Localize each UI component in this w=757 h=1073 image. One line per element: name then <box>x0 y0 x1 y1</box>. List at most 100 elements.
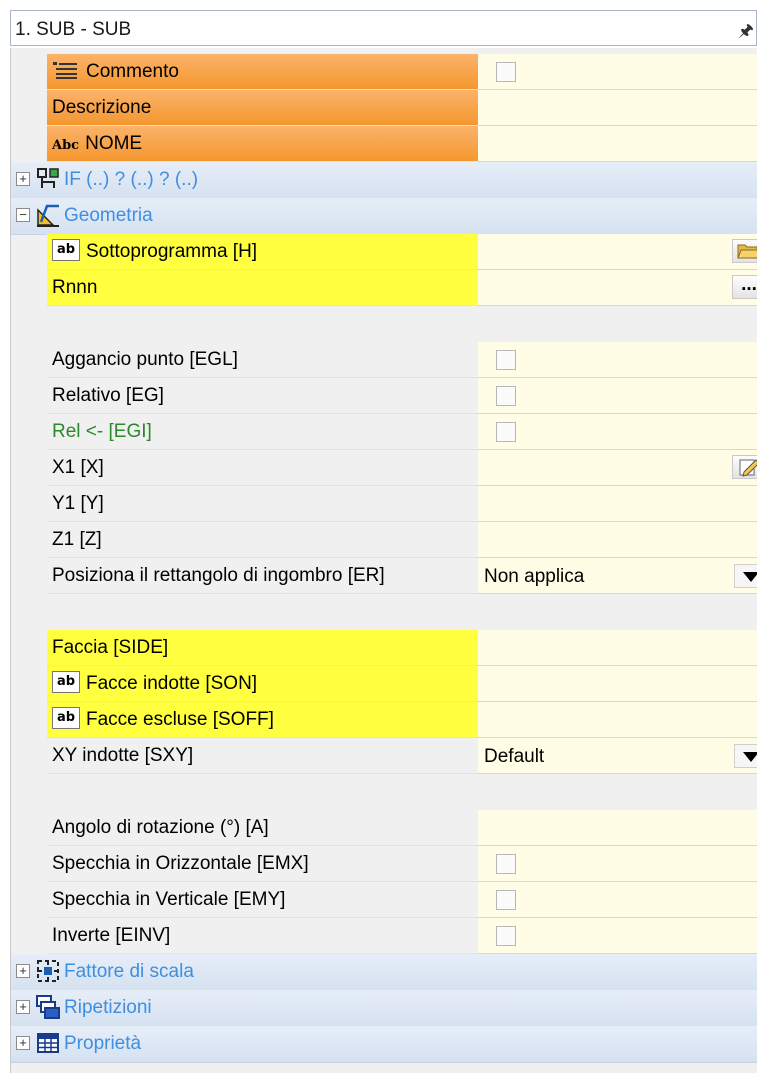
row-label: Rnnn <box>47 270 479 306</box>
row-z1[interactable]: Z1 [Z] <box>11 522 757 558</box>
dropdown-value: Default <box>484 746 545 767</box>
row-label: Angolo di rotazione (°) [A] <box>47 810 479 846</box>
posiziona-dropdown[interactable]: Non applica <box>478 558 757 594</box>
panel-title: 1. SUB - SUB <box>15 19 132 40</box>
rel-checkbox[interactable] <box>496 422 516 442</box>
row-specchia-verticale[interactable]: Specchia in Verticale [EMY] <box>11 882 757 918</box>
nome-field[interactable] <box>478 126 757 162</box>
row-xy-indotte[interactable]: XY indotte [SXY] Default <box>11 738 757 774</box>
row-x1[interactable]: X1 [X] <box>11 450 757 486</box>
section-if[interactable]: + IF (..) ? (..) ? (..) <box>11 162 757 199</box>
facce-escluse-field[interactable] <box>478 702 757 738</box>
row-label: X1 [X] <box>47 450 479 486</box>
row-inverte[interactable]: Inverte [EINV] <box>11 918 757 954</box>
section-geometria[interactable]: − Geometria <box>11 198 757 235</box>
relativo-checkbox[interactable] <box>496 386 516 406</box>
row-value[interactable] <box>478 918 757 954</box>
ab-icon: ab <box>52 238 80 261</box>
chevron-down-icon[interactable] <box>734 744 757 768</box>
section-label: Ripetizioni <box>64 997 152 1018</box>
faccia-field[interactable] <box>478 630 757 666</box>
row-label: Specchia in Verticale [EMY] <box>47 882 479 918</box>
folder-open-icon <box>737 244 757 259</box>
row-commento[interactable]: Commento <box>11 54 757 90</box>
edit-pencil-icon <box>739 459 757 477</box>
sottoprogramma-field[interactable] <box>478 234 757 270</box>
row-label: Aggancio punto [EGL] <box>47 342 479 378</box>
section-fattore-di-scala[interactable]: + Fattore di scala <box>11 954 757 991</box>
row-value[interactable] <box>478 378 757 414</box>
section-ripetizioni[interactable]: + Ripetizioni <box>11 990 757 1027</box>
geometry-icon <box>37 204 59 227</box>
inverte-checkbox[interactable] <box>496 926 516 946</box>
row-value[interactable] <box>478 342 757 378</box>
row-label: Y1 [Y] <box>47 486 479 522</box>
properties-table-icon <box>37 1033 59 1053</box>
section-proprieta[interactable]: + Proprietà <box>11 1026 757 1063</box>
pin-icon[interactable]: 🖈︎ <box>738 18 754 47</box>
ab-icon: ab <box>52 706 80 729</box>
property-grid: Commento Descrizione Abc NOME + IF (..) ?… <box>10 48 757 1073</box>
expand-icon[interactable]: + <box>16 1036 30 1050</box>
row-facce-escluse[interactable]: ab Facce escluse [SOFF] <box>11 702 757 738</box>
row-sottoprogramma[interactable]: ab Sottoprogramma [H] <box>11 234 757 270</box>
abc-icon: Abc <box>52 138 80 153</box>
row-value[interactable] <box>478 882 757 918</box>
specchia-orizzontale-checkbox[interactable] <box>496 854 516 874</box>
row-label: Inverte [EINV] <box>47 918 479 954</box>
comment-lines-icon <box>53 61 77 79</box>
specchia-verticale-checkbox[interactable] <box>496 890 516 910</box>
x1-field[interactable] <box>478 450 757 486</box>
section-label: Fattore di scala <box>64 961 194 982</box>
ab-icon: ab <box>52 670 80 693</box>
row-label: ab Sottoprogramma [H] <box>47 234 479 270</box>
row-aggancio[interactable]: Aggancio punto [EGL] <box>11 342 757 378</box>
chevron-down-icon[interactable] <box>734 564 757 588</box>
expand-icon[interactable]: + <box>16 172 30 186</box>
expand-icon[interactable]: + <box>16 964 30 978</box>
scale-icon <box>37 960 59 982</box>
section-label: IF (..) ? (..) ? (..) <box>64 169 199 190</box>
row-value[interactable] <box>478 414 757 450</box>
collapse-icon[interactable]: − <box>16 208 30 222</box>
row-y1[interactable]: Y1 [Y] <box>11 486 757 522</box>
row-facce-indotte[interactable]: ab Facce indotte [SON] <box>11 666 757 702</box>
descrizione-field[interactable] <box>478 90 757 126</box>
row-label: Specchia in Orizzontale [EMX] <box>47 846 479 882</box>
row-label: Rel <- [EGI] <box>47 414 479 450</box>
row-label: Relativo [EG] <box>47 378 479 414</box>
row-relativo[interactable]: Relativo [EG] <box>11 378 757 414</box>
section-label: Proprietà <box>64 1033 142 1054</box>
row-label: Faccia [SIDE] <box>47 630 479 666</box>
row-faccia[interactable]: Faccia [SIDE] <box>11 630 757 666</box>
y1-field[interactable] <box>478 486 757 522</box>
row-descrizione[interactable]: Descrizione <box>11 90 757 126</box>
row-rnnn[interactable]: Rnnn ... <box>11 270 757 306</box>
row-rel[interactable]: Rel <- [EGI] <box>11 414 757 450</box>
condition-icon <box>37 168 59 188</box>
commento-checkbox[interactable] <box>496 62 516 82</box>
edit-button[interactable] <box>732 455 757 479</box>
row-nome[interactable]: Abc NOME <box>11 126 757 162</box>
row-angolo[interactable]: Angolo di rotazione (°) [A] <box>11 810 757 846</box>
row-value[interactable] <box>478 846 757 882</box>
facce-indotte-field[interactable] <box>478 666 757 702</box>
ellipsis-button[interactable]: ... <box>732 275 757 299</box>
panel-titlebar: 1. SUB - SUB 🖈︎ <box>10 10 757 46</box>
row-label: Posiziona il rettangolo di ingombro [ER] <box>47 558 479 594</box>
row-label: Commento <box>47 54 479 90</box>
section-label: Geometria <box>64 205 153 226</box>
repeat-icon <box>36 995 60 1019</box>
angolo-field[interactable] <box>478 810 757 846</box>
row-label: ab Facce escluse [SOFF] <box>47 702 479 738</box>
row-posiziona[interactable]: Posiziona il rettangolo di ingombro [ER]… <box>11 558 757 594</box>
aggancio-checkbox[interactable] <box>496 350 516 370</box>
expand-icon[interactable]: + <box>16 1000 30 1014</box>
rnnn-field[interactable]: ... <box>478 270 757 306</box>
z1-field[interactable] <box>478 522 757 558</box>
row-label: XY indotte [SXY] <box>47 738 479 774</box>
xy-indotte-dropdown[interactable]: Default <box>478 738 757 774</box>
browse-folder-button[interactable] <box>732 239 757 263</box>
row-specchia-orizzontale[interactable]: Specchia in Orizzontale [EMX] <box>11 846 757 882</box>
row-value[interactable] <box>478 54 757 90</box>
